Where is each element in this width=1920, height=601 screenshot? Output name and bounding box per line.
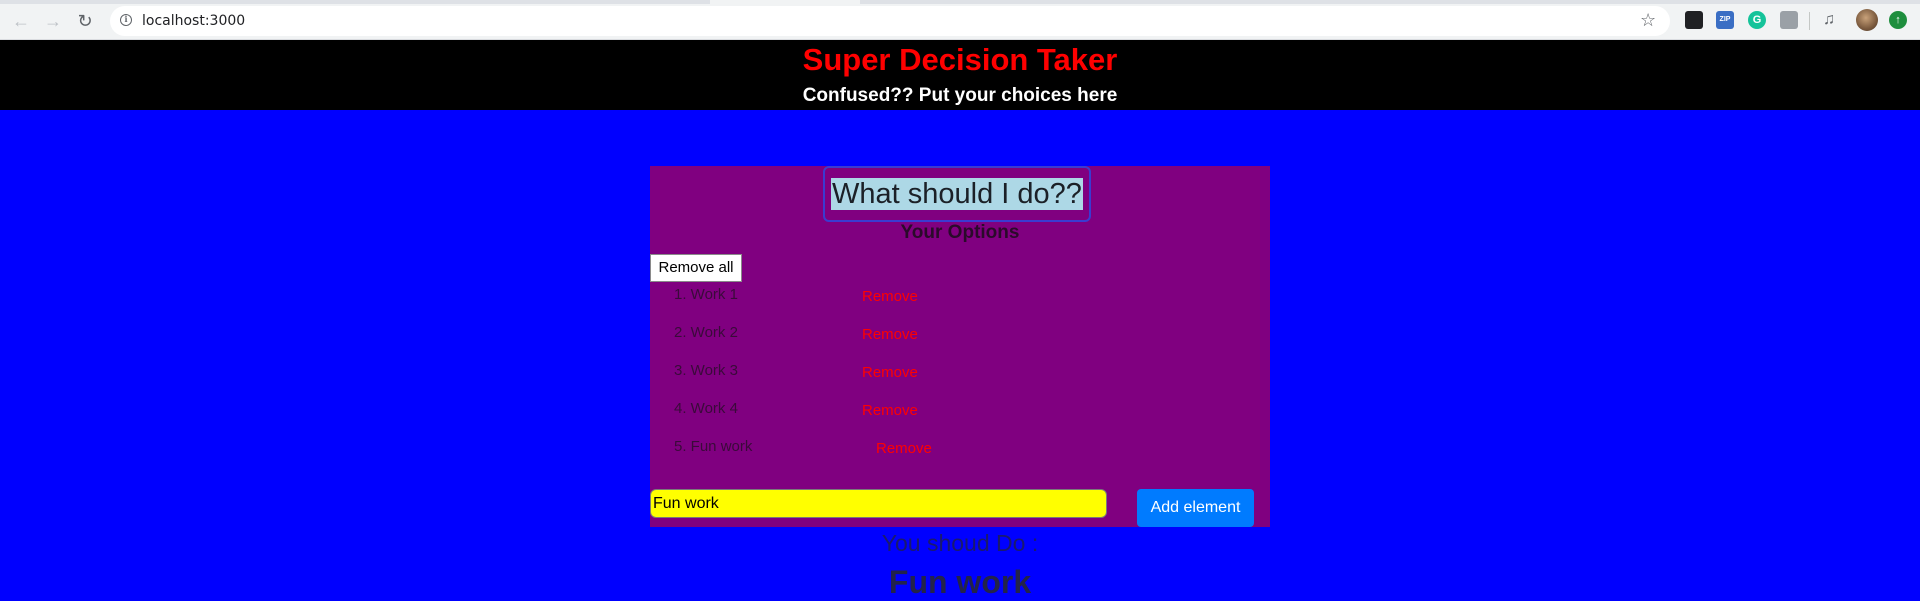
result-value: Fun work (888, 564, 1032, 600)
profile-avatar[interactable] (1856, 9, 1878, 31)
add-element-button[interactable]: Add element (1137, 489, 1254, 527)
remove-all-button[interactable]: Remove all (650, 254, 742, 282)
toolbar-divider (1809, 12, 1810, 30)
option-label: 2. Work 2 (674, 324, 738, 341)
remove-option-button[interactable]: Remove (862, 326, 918, 344)
app-title: Super Decision Taker (802, 42, 1118, 77)
remove-option-button[interactable]: Remove (876, 440, 932, 458)
app-header: Super Decision Taker Confused?? Put your… (0, 40, 1920, 110)
remove-option-button[interactable]: Remove (862, 288, 918, 306)
new-option-input[interactable] (650, 489, 1107, 518)
options-heading: Your Options (900, 222, 1020, 243)
screenshot-extension-icon[interactable] (1780, 11, 1798, 29)
active-tab[interactable] (710, 0, 860, 4)
list-item: 4. Work 4 Remove (674, 400, 1270, 420)
option-label: 5. Fun work (674, 438, 753, 455)
decide-button[interactable]: What should I do?? (823, 166, 1091, 222)
zip-extension-icon[interactable]: ZIP (1716, 11, 1734, 29)
option-label: 1. Work 1 (674, 286, 738, 303)
list-item: 5. Fun work Remove (674, 438, 1270, 458)
list-item: 1. Work 1 Remove (674, 286, 1270, 306)
forward-icon[interactable]: → (41, 9, 65, 33)
option-label: 3. Work 3 (674, 362, 738, 379)
list-item: 2. Work 2 Remove (674, 324, 1270, 344)
site-info-icon[interactable]: i (120, 14, 132, 26)
back-icon[interactable]: ← (9, 9, 33, 33)
decide-button-label: What should I do?? (831, 178, 1083, 210)
update-icon[interactable]: ↑ (1889, 11, 1907, 29)
url-text[interactable]: localhost:3000 (142, 13, 245, 29)
media-control-icon[interactable]: ♫ (1823, 11, 1841, 29)
remove-option-button[interactable]: Remove (862, 364, 918, 382)
remove-option-button[interactable]: Remove (862, 402, 918, 420)
reload-icon[interactable]: ↻ (73, 9, 97, 33)
app-subtitle: Confused?? Put your choices here (802, 85, 1118, 106)
options-card: What should I do?? Your Options Remove a… (650, 166, 1270, 527)
option-label: 4. Work 4 (674, 400, 738, 417)
browser-toolbar: ← → ↻ i localhost:3000 ☆ ZIP G ♫ ↑ (0, 0, 1920, 40)
tab-strip (0, 0, 1920, 4)
grammarly-extension-icon[interactable]: G (1748, 11, 1766, 29)
list-item: 3. Work 3 Remove (674, 362, 1270, 382)
address-bar[interactable]: i localhost:3000 ☆ (110, 6, 1670, 36)
bookmark-star-icon[interactable]: ☆ (1640, 10, 1656, 31)
extension-icon[interactable] (1685, 11, 1703, 29)
result-label: You shoud Do : (881, 530, 1039, 556)
